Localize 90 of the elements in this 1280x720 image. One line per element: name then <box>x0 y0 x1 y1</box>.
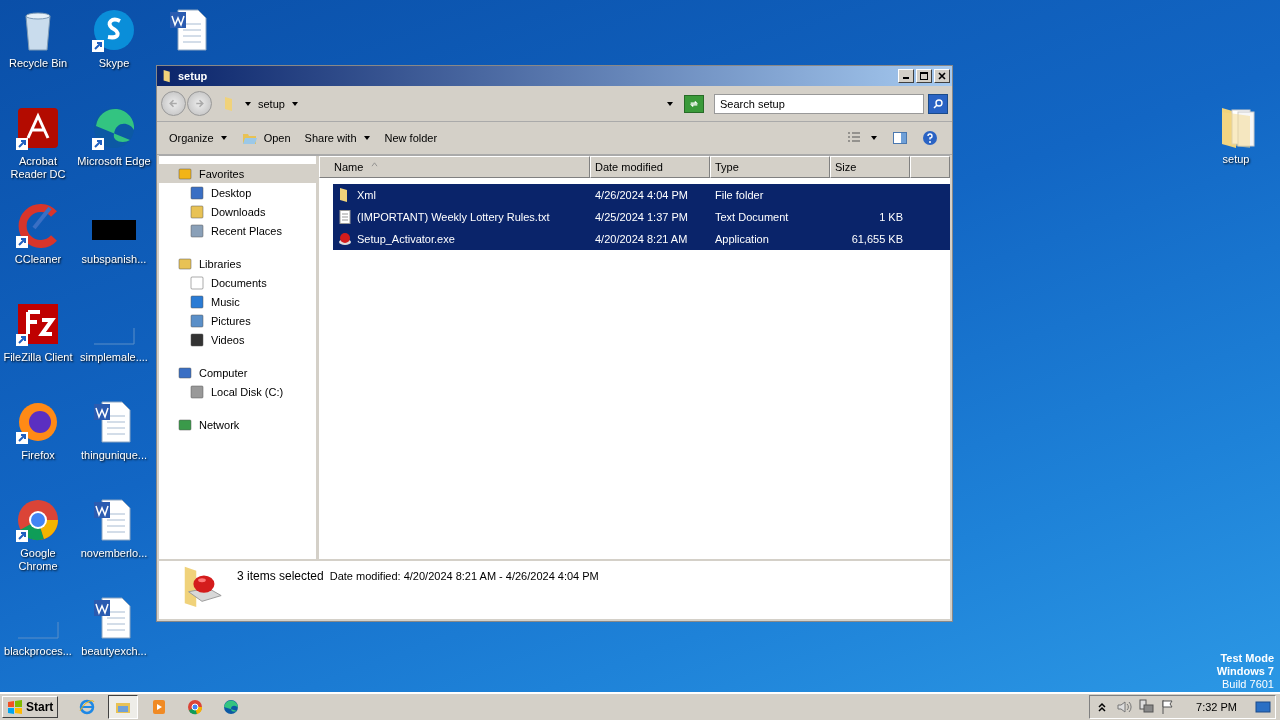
windows-logo-icon <box>7 699 23 715</box>
desktop-icon-label: novemberlo... <box>79 547 149 560</box>
search-icon <box>932 97 944 110</box>
nav-item[interactable]: Desktop <box>159 183 316 202</box>
show-desktop-icon[interactable] <box>1255 699 1271 715</box>
table-cell-text: Text Document <box>714 211 790 223</box>
speaker-icon[interactable] <box>1116 699 1133 715</box>
caret-icon <box>290 99 299 108</box>
file-row[interactable]: Setup_Activator.exe 4/20/2024 8:21 AM Application 61,655 KB <box>333 228 950 250</box>
maximize-icon <box>918 71 930 81</box>
preview-pane-icon[interactable] <box>892 130 908 146</box>
table-cell-text: Application <box>714 233 770 245</box>
os-notice-text: Build 7601 <box>1222 678 1274 691</box>
table-cell-text: File folder <box>714 189 765 201</box>
help-icon[interactable] <box>922 130 938 146</box>
chrome-browser-icon <box>187 699 204 715</box>
file-name: Xml <box>357 189 376 201</box>
minimize-icon <box>903 77 909 79</box>
caret-icon <box>244 99 252 108</box>
text-file-icon <box>337 209 353 225</box>
nav-item[interactable]: Documents <box>159 273 316 292</box>
close-button[interactable] <box>934 69 950 83</box>
nav-item[interactable]: Libraries <box>159 254 316 273</box>
ie-browser-icon <box>79 699 96 715</box>
caret-icon <box>219 134 228 142</box>
taskbar-app-button[interactable] <box>108 695 139 719</box>
address-bar[interactable]: setup <box>216 93 680 114</box>
file-name: (IMPORTANT) Weekly Lottery Rules.txt <box>357 211 550 223</box>
file-row[interactable]: Xml 4/26/2024 4:04 PM File folder <box>333 184 950 206</box>
toolbar-button[interactable]: Organize <box>169 132 228 144</box>
breadcrumb[interactable]: setup <box>258 97 285 110</box>
column-header[interactable]: Date modified <box>590 156 710 178</box>
nav-item[interactable]: Recent Places <box>159 221 316 240</box>
desktop-icon-label: Firefox <box>20 449 56 462</box>
column-header[interactable]: Size <box>830 156 910 178</box>
dropdown-icon[interactable] <box>666 99 674 108</box>
desktop-icon-label: beautyexch... <box>80 645 148 658</box>
close-icon <box>936 71 948 81</box>
desktop-icon-label: Microsoft Edge <box>76 155 152 168</box>
nav-item[interactable]: Downloads <box>159 202 316 221</box>
maximize-button[interactable] <box>916 69 932 83</box>
desktop-icon-label: CCleaner <box>13 253 63 266</box>
nav-item[interactable]: Local Disk (C:) <box>159 382 316 401</box>
desktop-icon-label: simplemale.... <box>79 351 149 364</box>
nav-item[interactable]: Computer <box>159 363 316 382</box>
refresh-button[interactable] <box>684 94 704 113</box>
desktop-icon-label: Google Chrome <box>17 547 59 573</box>
nav-item[interactable]: Network <box>159 415 316 434</box>
table-cell-text: 1 KB <box>878 211 904 223</box>
desktop-icon-label: FileZilla Client <box>2 351 74 364</box>
media-player-icon <box>151 699 168 715</box>
refresh-arrows-icon <box>688 98 700 109</box>
date-range-text: Date modified: 4/20/2024 8:21 AM - 4/26/2024 4:04 PM <box>329 570 599 582</box>
wave-browser-icon <box>223 699 240 715</box>
toolbar-button[interactable]: Share with <box>304 132 371 144</box>
minimize-button[interactable] <box>898 69 914 83</box>
search-button[interactable] <box>928 93 948 114</box>
desktop-icon-label: blackproces... <box>3 645 73 658</box>
back-arrow-icon <box>167 97 180 110</box>
push-button-icon <box>337 231 353 247</box>
os-notice-text: Windows 7 <box>1216 665 1274 678</box>
forward-arrow-icon <box>193 97 206 110</box>
desktop-icon-label: subspanish... <box>80 253 148 266</box>
caret-icon[interactable] <box>870 134 878 142</box>
desktop-icon-label: Skype <box>97 57 131 70</box>
table-cell-text: 4/20/2024 8:21 AM <box>594 233 689 245</box>
table-cell-text: 4/26/2024 4:04 PM <box>594 189 689 201</box>
nav-item[interactable]: Videos <box>159 330 316 349</box>
table-cell-text: 4/25/2024 1:37 PM <box>594 211 689 223</box>
toolbar-button[interactable]: Open <box>241 130 291 146</box>
desktop-icon-label: Acrobat Reader DC <box>9 155 67 181</box>
file-name: Setup_Activator.exe <box>357 233 455 245</box>
selection-count: 3 items selected <box>237 569 324 583</box>
column-header[interactable]: Type <box>710 156 830 178</box>
caret-icon <box>362 134 371 142</box>
desktop-icon-label: Recycle Bin <box>7 57 69 70</box>
os-notice-text: Test Mode <box>1220 652 1274 665</box>
table-cell-text: 61,655 KB <box>850 233 904 245</box>
nav-item[interactable]: Favorites <box>159 164 316 183</box>
desktop-icon-label: thingunique... <box>79 449 149 462</box>
file-row[interactable]: (IMPORTANT) Weekly Lottery Rules.txt 4/25/2024 1:37 PM Text Document 1 KB <box>333 206 950 228</box>
nav-item[interactable]: Music <box>159 292 316 311</box>
column-header[interactable]: Name <box>319 156 590 178</box>
search-field[interactable]: Search setup <box>714 93 924 114</box>
desktop-icon-label: setup <box>1221 153 1251 166</box>
toolbar-button[interactable]: New folder <box>384 132 438 144</box>
start-button[interactable]: Start <box>2 696 59 718</box>
nav-item[interactable]: Pictures <box>159 311 316 330</box>
window-title: setup <box>178 70 208 82</box>
clock[interactable]: 7:32 PM <box>1196 701 1237 713</box>
